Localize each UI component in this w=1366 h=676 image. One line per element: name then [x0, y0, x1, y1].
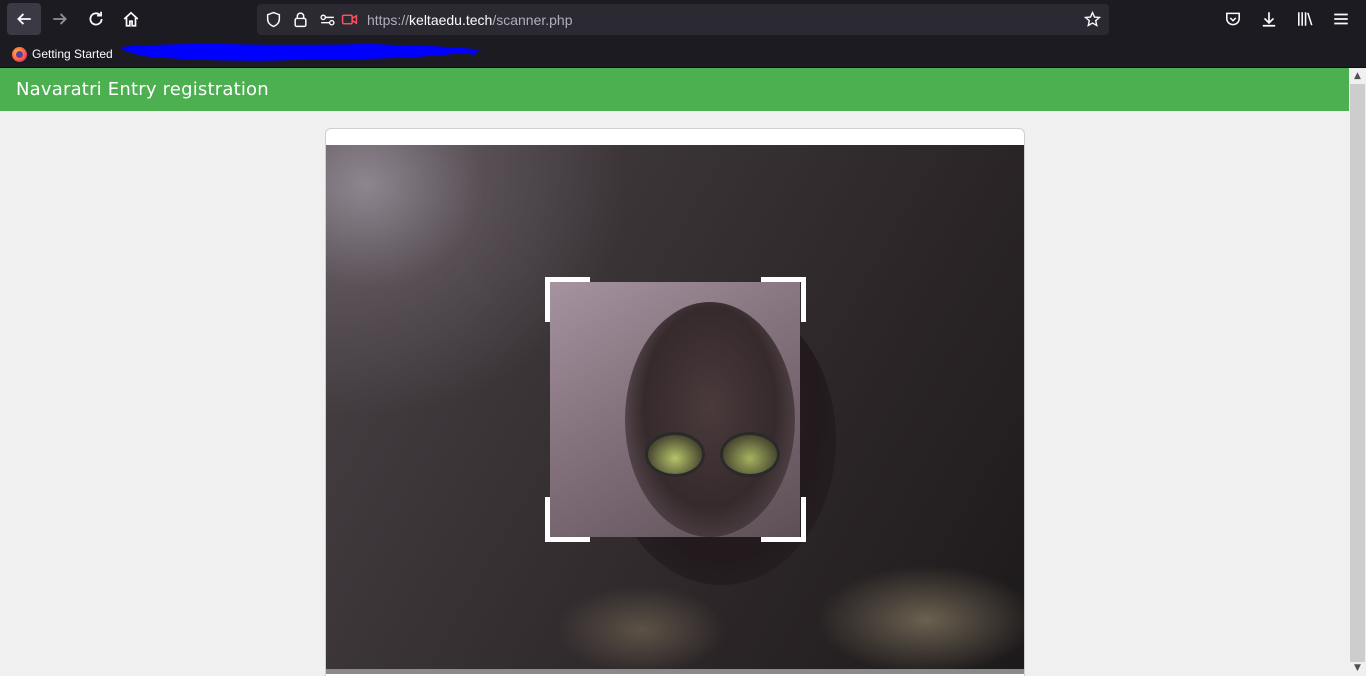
home-icon [123, 11, 139, 27]
browser-toolbar: https://keltaedu.tech/scanner.php [0, 0, 1366, 40]
glasses-right-lens [720, 432, 780, 477]
bookmark-star-icon[interactable] [1083, 10, 1102, 32]
library-button[interactable] [1288, 3, 1322, 35]
downloads-button[interactable] [1252, 3, 1286, 35]
back-button[interactable] [7, 3, 41, 35]
home-button[interactable] [114, 3, 148, 35]
shield-icon[interactable] [265, 11, 282, 32]
arrow-right-icon [53, 13, 67, 25]
library-icon [1298, 12, 1313, 26]
scan-corner-top-left [545, 277, 590, 322]
scanner-card [325, 128, 1025, 676]
scroll-thumb[interactable] [1350, 84, 1365, 662]
camera-video[interactable] [326, 145, 1024, 669]
bookmark-label: Getting Started [32, 47, 113, 61]
address-bar[interactable]: https://keltaedu.tech/scanner.php [257, 4, 1109, 35]
reload-icon [89, 11, 103, 26]
arrow-left-icon [17, 13, 31, 25]
video-bottom-bar [326, 669, 1024, 674]
bookmark-getting-started[interactable]: Getting Started [12, 45, 113, 63]
reload-button[interactable] [79, 3, 113, 35]
permissions-icon[interactable] [319, 11, 336, 32]
scan-corner-bottom-left [545, 497, 590, 542]
glasses-left-lens [645, 432, 705, 477]
url-text[interactable]: https://keltaedu.tech/scanner.php [367, 12, 573, 28]
redaction-scribble [120, 43, 482, 61]
page-title: Navaratri Entry registration [16, 79, 269, 100]
forward-button[interactable] [43, 3, 77, 35]
scan-corner-top-right [761, 277, 806, 322]
scan-corner-bottom-right [761, 497, 806, 542]
url-prefix: https:// [367, 12, 410, 28]
background-object [556, 585, 726, 669]
scroll-down-icon[interactable]: ▼ [1349, 660, 1366, 676]
menu-icon [1334, 13, 1348, 25]
url-path: /scanner.php [492, 12, 573, 28]
url-domain: keltaedu.tech [409, 12, 493, 28]
page-scrollbar[interactable]: ▲ ▼ [1349, 68, 1366, 676]
lock-icon[interactable] [292, 11, 309, 32]
page-viewport: Navaratri Entry registration [0, 68, 1349, 676]
page-header: Navaratri Entry registration [0, 68, 1349, 111]
background-object [816, 565, 1024, 669]
pocket-icon [1226, 12, 1240, 26]
scroll-up-icon[interactable]: ▲ [1349, 68, 1366, 84]
menu-button[interactable] [1324, 3, 1358, 35]
firefox-icon [12, 46, 27, 62]
pocket-button[interactable] [1216, 3, 1250, 35]
camera-sharing-icon[interactable] [341, 11, 358, 32]
download-icon [1262, 12, 1276, 27]
